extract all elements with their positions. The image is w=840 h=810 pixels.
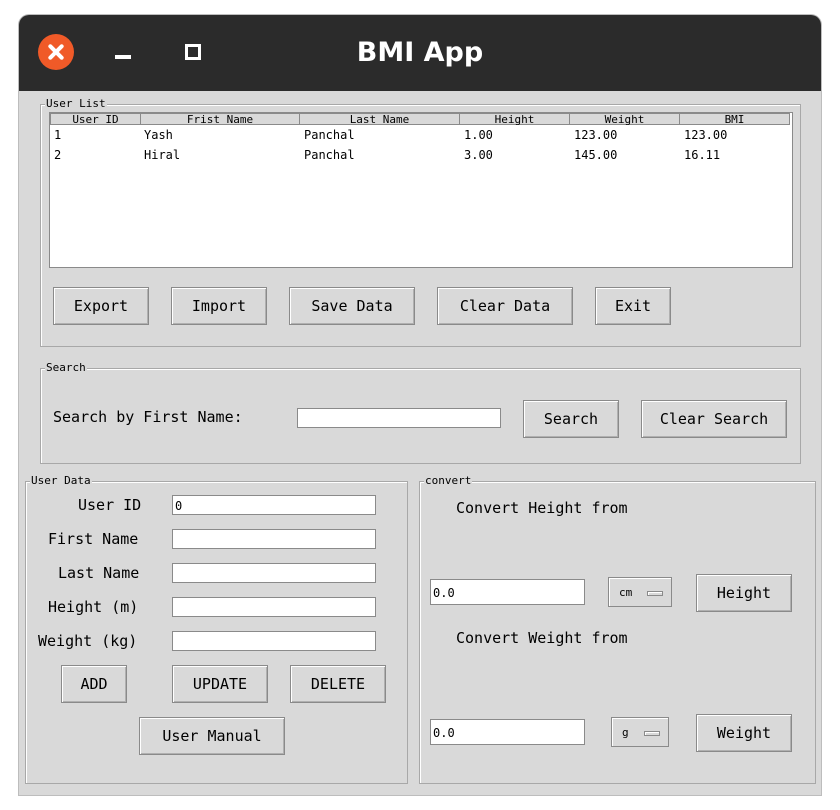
delete-button[interactable]: DELETE <box>290 665 386 703</box>
user-data-frame-label: User Data <box>30 474 92 488</box>
column-header-last-name[interactable]: Last Name <box>299 113 460 126</box>
table-cell[interactable]: 145.00 <box>574 148 617 162</box>
table-cell[interactable]: 16.11 <box>684 148 720 162</box>
table-cell[interactable]: Panchal <box>304 148 355 162</box>
column-header-first-name[interactable]: Frist Name <box>140 113 300 126</box>
first-name-label: First Name <box>48 530 139 548</box>
search-button[interactable]: Search <box>523 400 619 438</box>
dropdown-indicator-icon <box>644 731 660 736</box>
column-header-user-id[interactable]: User ID <box>50 113 141 126</box>
weight-unit-dropdown[interactable]: g <box>611 717 669 747</box>
height-label: Height (m) <box>48 598 139 616</box>
user-id-label: User ID <box>78 496 142 514</box>
column-header-bmi[interactable]: BMI <box>679 113 790 126</box>
export-button[interactable]: Export <box>53 287 149 325</box>
weight-label: Weight (kg) <box>38 632 138 650</box>
title-bar: BMI App <box>19 15 821 91</box>
table-cell[interactable]: 2 <box>54 148 61 162</box>
convert-frame-label: convert <box>424 474 473 488</box>
search-input[interactable] <box>297 408 501 428</box>
table-cell[interactable]: 1.00 <box>464 128 493 142</box>
weight-field[interactable] <box>172 631 376 651</box>
user-table[interactable]: User ID Frist Name Last Name Height Weig… <box>49 112 793 268</box>
clear-data-button[interactable]: Clear Data <box>437 287 573 325</box>
clear-search-button[interactable]: Clear Search <box>641 400 787 438</box>
height-unit-value: cm <box>619 585 633 599</box>
table-cell[interactable]: Yash <box>144 128 173 142</box>
search-frame-label: Search <box>45 361 87 375</box>
window-title: BMI App <box>356 37 484 68</box>
height-convert-input[interactable]: 0.0 <box>430 579 585 605</box>
search-prompt-label: Search by First Name: <box>53 408 243 426</box>
table-cell[interactable]: Panchal <box>304 128 355 142</box>
weight-convert-input[interactable]: 0.0 <box>430 719 585 745</box>
height-convert-button[interactable]: Height <box>696 574 792 612</box>
user-id-field[interactable]: 0 <box>172 495 376 515</box>
import-button[interactable]: Import <box>171 287 267 325</box>
convert-weight-title: Convert Weight from <box>456 629 628 647</box>
user-manual-button[interactable]: User Manual <box>139 717 285 755</box>
last-name-field[interactable] <box>172 563 376 583</box>
table-cell[interactable]: 1 <box>54 128 61 142</box>
height-unit-dropdown[interactable]: cm <box>608 577 672 607</box>
last-name-label: Last Name <box>58 564 140 582</box>
column-header-weight[interactable]: Weight <box>569 113 680 126</box>
convert-height-title: Convert Height from <box>456 499 628 517</box>
column-header-height[interactable]: Height <box>459 113 570 126</box>
app-window: BMI App User List User ID Frist Name Las… <box>19 15 821 795</box>
add-button[interactable]: ADD <box>61 665 127 703</box>
weight-unit-value: g <box>622 725 629 739</box>
height-field[interactable] <box>172 597 376 617</box>
table-cell[interactable]: 123.00 <box>574 128 617 142</box>
table-cell[interactable]: 3.00 <box>464 148 493 162</box>
table-cell[interactable]: Hiral <box>144 148 180 162</box>
update-button[interactable]: UPDATE <box>172 665 268 703</box>
weight-convert-button[interactable]: Weight <box>696 714 792 752</box>
table-cell[interactable]: 123.00 <box>684 128 727 142</box>
first-name-field[interactable] <box>172 529 376 549</box>
exit-button[interactable]: Exit <box>595 287 671 325</box>
dropdown-indicator-icon <box>647 591 663 596</box>
user-list-label: User List <box>45 97 107 111</box>
save-data-button[interactable]: Save Data <box>289 287 415 325</box>
